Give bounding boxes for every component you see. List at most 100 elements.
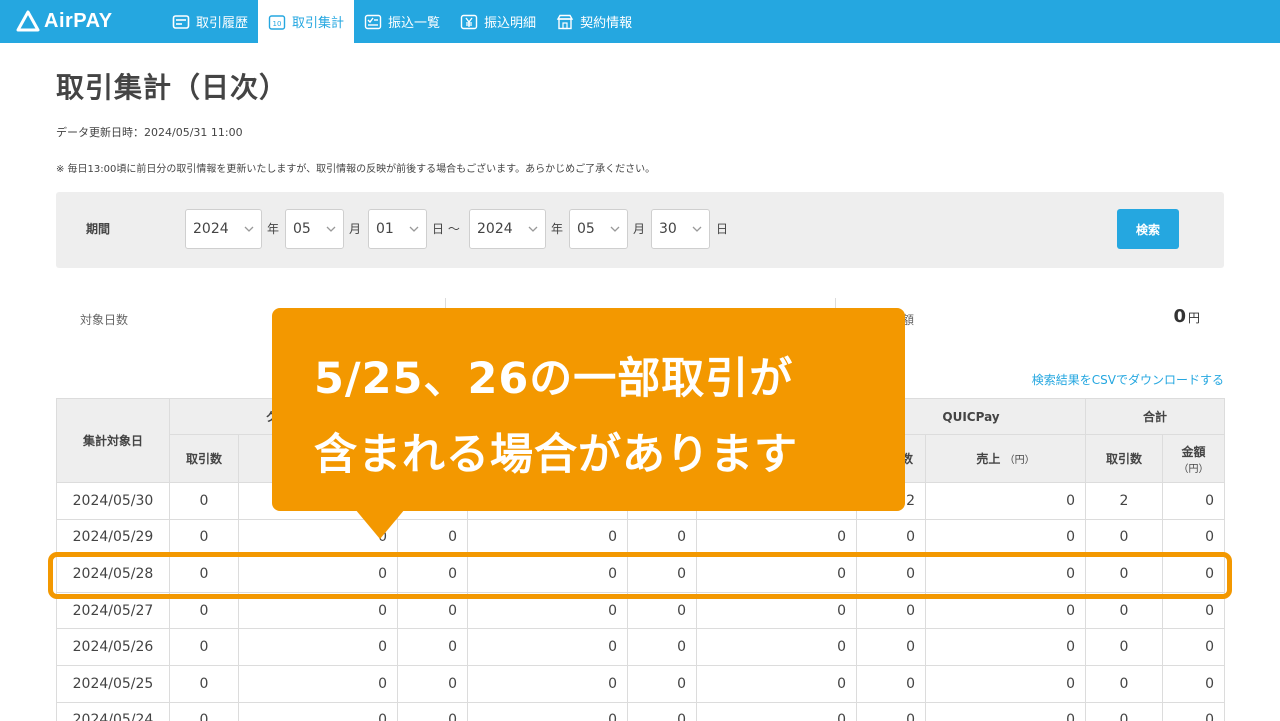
unit-month: 月 [633, 222, 646, 236]
value-cell: 0 [1085, 518, 1164, 557]
value-cell: 0 [696, 518, 858, 557]
callout-line-1: 5/25、26の一部取引が [314, 354, 794, 404]
yen-unit: （円） [1178, 463, 1209, 475]
value-cell: 0 [397, 701, 469, 721]
value-cell: 0 [237, 628, 399, 666]
value-cell: 0 [169, 518, 239, 557]
value-cell: 0 [467, 701, 629, 721]
value-cell: 0 [397, 518, 469, 557]
value-cell: 0 [925, 518, 1087, 557]
select-value: 2024 [193, 221, 229, 237]
table-row: 2024/05/29 0 0 0 0 0 0 0 0 0 0 [56, 518, 1226, 557]
unit-year: 年 [551, 222, 564, 236]
sales-label: 売上 [976, 452, 1001, 466]
total-amount-value: 0円 [1173, 306, 1200, 327]
chevron-down-icon [409, 226, 419, 232]
value-cell: 0 [1162, 701, 1226, 721]
main-nav: 取引履歴 10 取引集計 振込一覧 振込明細 契約情報 [162, 0, 642, 43]
unit-year: 年 [267, 222, 280, 236]
nav-label: 取引履歴 [196, 16, 249, 31]
from-year-select[interactable]: 2024 [185, 209, 262, 249]
value-cell: 0 [467, 628, 629, 666]
nav-label: 契約情報 [580, 16, 633, 31]
nav-label: 振込明細 [484, 16, 537, 31]
nav-item-transfer-list[interactable]: 振込一覧 [354, 0, 450, 43]
chevron-down-icon [326, 226, 336, 232]
value-cell: 0 [397, 628, 469, 666]
count-header: 取引数 [169, 434, 239, 483]
amount-header: 金額 （円） [1162, 434, 1226, 483]
unit-day: 日 [716, 222, 729, 236]
chevron-down-icon [528, 226, 538, 232]
unit-month: 月 [349, 222, 362, 236]
sales-header: 売上 （円） [925, 434, 1087, 483]
total-amount-unit: 円 [1187, 311, 1200, 325]
value-cell: 2 [1085, 482, 1164, 520]
value-cell: 0 [1162, 628, 1226, 666]
from-month-select[interactable]: 05 [285, 209, 344, 249]
chevron-down-icon [244, 226, 254, 232]
airpay-logo-icon [16, 10, 40, 32]
value-cell: 0 [1162, 518, 1226, 557]
total-group-header: 合計 [1085, 398, 1226, 435]
value-cell: 0 [467, 664, 629, 703]
value-cell: 0 [856, 518, 927, 557]
date-cell: 2024/05/25 [56, 664, 170, 703]
value-cell: 0 [696, 664, 858, 703]
value-cell: 0 [397, 664, 469, 703]
select-value: 01 [376, 221, 394, 237]
value-cell: 0 [169, 701, 239, 721]
value-cell: 0 [696, 628, 858, 666]
chevron-down-icon [610, 226, 620, 232]
callout-tail [355, 509, 405, 539]
to-day-select[interactable]: 30 [651, 209, 710, 249]
date-cell: 2024/05/30 [56, 482, 170, 520]
table-row: 2024/05/24 0 0 0 0 0 0 0 0 0 0 [56, 701, 1226, 721]
shop-icon [556, 14, 574, 29]
value-cell: 0 [856, 664, 927, 703]
total-amount-number: 0 [1173, 306, 1186, 327]
value-cell: 0 [925, 628, 1087, 666]
value-cell: 0 [627, 664, 698, 703]
csv-download-link[interactable]: 検索結果をCSVでダウンロードする [1032, 371, 1224, 388]
value-cell: 0 [237, 664, 399, 703]
select-value: 30 [659, 221, 677, 237]
from-day-select[interactable]: 01 [368, 209, 427, 249]
value-cell: 0 [1162, 664, 1226, 703]
date-cell: 2024/05/29 [56, 518, 170, 557]
value-cell: 0 [627, 628, 698, 666]
value-cell: 0 [925, 664, 1087, 703]
date-cell: 2024/05/26 [56, 628, 170, 666]
value-cell: 0 [856, 701, 927, 721]
receipt-icon [172, 14, 190, 29]
table-body: 2024/05/30 0 2 0 2 0 2024/05/29 0 0 0 0 0 0 0 0 0 0 2024/… [56, 482, 1226, 721]
search-button[interactable]: 検索 [1117, 209, 1179, 249]
select-value: 2024 [477, 221, 513, 237]
page-title: 取引集計（日次） [56, 71, 289, 104]
nav-item-transaction-history[interactable]: 取引履歴 [162, 0, 258, 43]
table-row: 2024/05/26 0 0 0 0 0 0 0 0 0 0 [56, 628, 1226, 666]
value-cell: 0 [1085, 701, 1164, 721]
nav-item-transfer-detail[interactable]: 振込明細 [450, 0, 546, 43]
data-update-time: データ更新日時：2024/05/31 11:00 [56, 126, 243, 139]
checklist-icon [364, 14, 382, 29]
date-cell: 2024/05/24 [56, 701, 170, 721]
nav-item-transaction-summary[interactable]: 10 取引集計 [258, 0, 355, 43]
callout-bubble: 5/25、26の一部取引が 含まれる場合があります [272, 308, 905, 511]
value-cell: 0 [169, 482, 239, 520]
unit-day-range: 日 〜 [432, 222, 460, 236]
value-cell: 0 [925, 701, 1087, 721]
count-header: 取引数 [1085, 434, 1164, 483]
nav-label: 取引集計 [292, 16, 345, 31]
table-row: 2024/05/25 0 0 0 0 0 0 0 0 0 0 [56, 664, 1226, 703]
airpay-logo[interactable]: AirPAY [16, 7, 113, 35]
value-cell: 0 [1085, 664, 1164, 703]
yen-icon [460, 14, 478, 29]
value-cell: 0 [169, 664, 239, 703]
to-month-select[interactable]: 05 [569, 209, 628, 249]
to-year-select[interactable]: 2024 [469, 209, 546, 249]
target-days-label: 対象日数 [80, 313, 129, 327]
nav-item-contract-info[interactable]: 契約情報 [546, 0, 642, 43]
search-panel: 期間 2024 年 05 月 01 日 〜 2024 年 05 月 30 日 検… [56, 192, 1224, 268]
amount-label: 金額 [1181, 444, 1206, 459]
